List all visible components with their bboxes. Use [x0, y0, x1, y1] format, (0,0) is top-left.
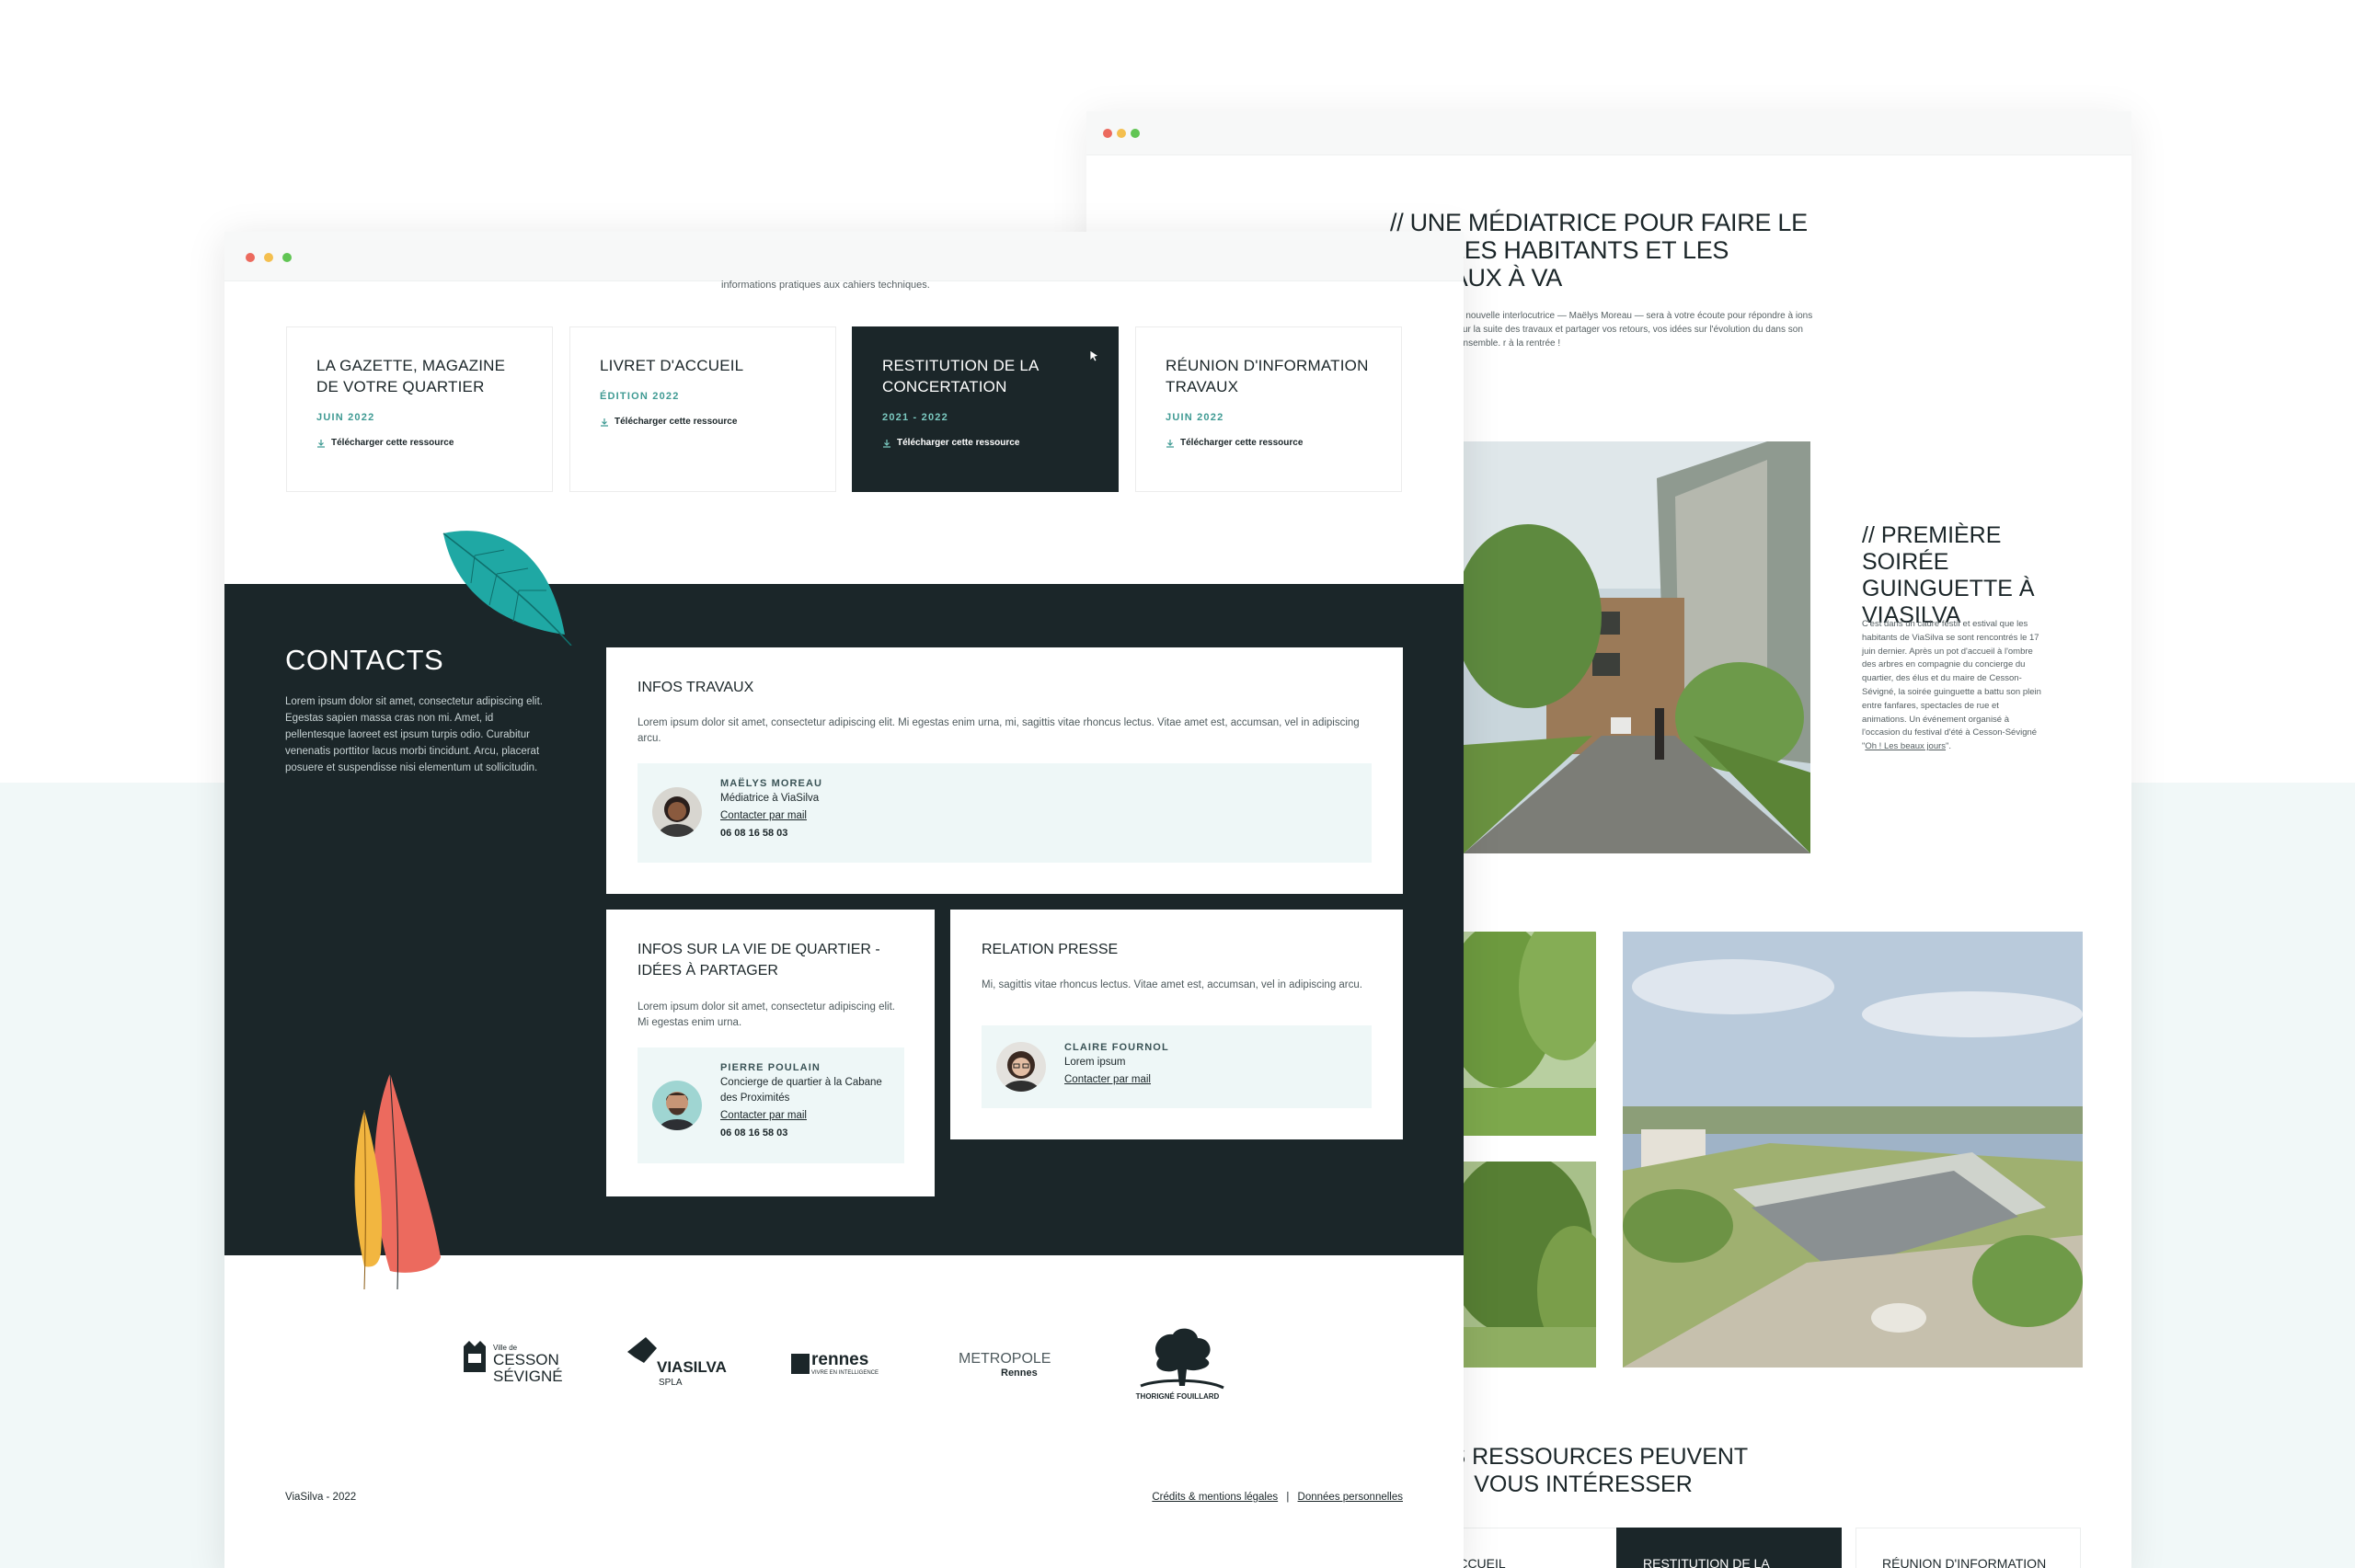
- privacy-link[interactable]: Données personnelles: [1298, 1492, 1403, 1503]
- contact-mail-link[interactable]: Contacter par mail: [720, 808, 822, 824]
- infos-travaux-panel: Infos travaux Lorem ipsum dolor sit amet…: [606, 647, 1403, 894]
- festival-link[interactable]: Oh ! Les beaux jours: [1865, 741, 1946, 751]
- panel-title: Relation presse: [982, 942, 1119, 957]
- footer-copyright: ViaSilva - 2022: [285, 1492, 357, 1503]
- contact-role: Concierge de quartier à la Cabane des Pr…: [720, 1077, 882, 1104]
- download-icon: [1166, 439, 1174, 448]
- resource-card-livret[interactable]: Livret d'accueil Édition 2022 Télécharge…: [569, 326, 836, 492]
- panel-text: Lorem ipsum dolor sit amet, consectetur …: [638, 717, 1360, 744]
- minimize-window-icon[interactable]: [1117, 129, 1126, 138]
- vie-quartier-panel: Infos sur la vie de quartier - idées à p…: [606, 910, 935, 1196]
- contact-card-pierre: Pierre Poulain Concierge de quartier à l…: [638, 1047, 904, 1163]
- resource-card-reunion[interactable]: Réunion d'information travaux Juin 2022 …: [1135, 326, 1402, 492]
- window-title-bar: [1086, 111, 2131, 155]
- close-window-icon[interactable]: [246, 253, 255, 262]
- station-rendering-photo: [1623, 932, 2083, 1368]
- logo-cesson-sevigne[interactable]: Ville de CESSON SÉVIGNÉ: [460, 1326, 570, 1400]
- maximize-window-icon[interactable]: [1131, 129, 1140, 138]
- resource-date: Juin 2022: [1166, 412, 1224, 423]
- resource-date: Juin 2022: [316, 412, 375, 423]
- contact-mail-link[interactable]: Contacter par mail: [1064, 1072, 1169, 1088]
- logo-text: CESSON: [493, 1351, 559, 1368]
- logo-text: SÉVIGNÉ: [493, 1368, 563, 1385]
- avatar: [996, 1042, 1046, 1092]
- download-icon: [317, 439, 325, 448]
- avatar: [652, 1081, 702, 1130]
- teal-leaf-icon: [442, 531, 572, 646]
- mouse-cursor-icon: [1089, 349, 1099, 362]
- download-link[interactable]: Télécharger cette ressource: [882, 438, 1088, 448]
- panel-text: Lorem ipsum dolor sit amet, consectetur …: [638, 1001, 895, 1028]
- building-photo: [1464, 441, 1810, 853]
- download-link[interactable]: Télécharger cette ressource: [316, 438, 523, 448]
- back-resource-card-reunion[interactable]: Réunion d'information: [1855, 1528, 2081, 1568]
- avatar: [652, 787, 702, 837]
- contact-role: Médiatrice à ViaSilva: [720, 793, 820, 804]
- logo-text: VIASILVA: [657, 1358, 727, 1376]
- footer-separator: |: [1286, 1492, 1290, 1503]
- logo-text: rennes: [811, 1350, 868, 1369]
- resource-card-gazette[interactable]: La Gazette, magazine de votre quartier J…: [286, 326, 553, 492]
- contact-card-maelys: Maëlys Moreau Médiatrice à ViaSilva Cont…: [638, 763, 1372, 863]
- contact-name: Claire Fournol: [1064, 1042, 1169, 1053]
- resource-card-restitution[interactable]: Restitution de la concertation 2021 - 20…: [852, 326, 1119, 492]
- forest-photo-1: [1464, 932, 1596, 1136]
- front-browser-window: informations pratiques aux cahiers techn…: [224, 232, 1464, 1568]
- panel-text: Mi, sagittis vitae rhoncus lectus. Vitae…: [982, 979, 1362, 990]
- maximize-window-icon[interactable]: [282, 253, 292, 262]
- relation-presse-panel: Relation presse Mi, sagittis vitae rhonc…: [950, 910, 1403, 1139]
- minimize-window-icon[interactable]: [264, 253, 273, 262]
- contacts-title: Contacts: [285, 644, 444, 676]
- credits-link[interactable]: Crédits & mentions légales: [1152, 1492, 1278, 1503]
- resource-date: Édition 2022: [600, 391, 680, 402]
- download-link[interactable]: Télécharger cette ressource: [1166, 438, 1372, 448]
- footer-links: Crédits & mentions légales | Données per…: [1152, 1492, 1403, 1503]
- download-link[interactable]: Télécharger cette ressource: [600, 417, 806, 427]
- logo-rennes-metropole[interactable]: METROPOLE Rennes: [957, 1326, 1067, 1400]
- mediatrice-intro: e nouvelle interlocutrice — Maëlys Morea…: [1458, 311, 1813, 349]
- panel-title: Infos sur la vie de quartier - idées à p…: [638, 942, 880, 979]
- logo-text: SPLA: [659, 1378, 683, 1388]
- resource-title: Livret d'accueil: [600, 357, 744, 374]
- contact-role: Lorem ipsum: [1064, 1057, 1126, 1068]
- resource-title: La Gazette, magazine de votre quartier: [316, 357, 506, 395]
- logo-viasilva[interactable]: VIASILVA SPLA: [626, 1326, 736, 1400]
- forest-photo-2: [1464, 1162, 1596, 1368]
- guinguette-heading: // Première soirée guinguette à ViaSilva: [1862, 522, 2035, 628]
- guinguette-body: C'est dans un cadre festif et estival qu…: [1862, 619, 2041, 752]
- contact-card-claire: Claire Fournol Lorem ipsum Contacter par…: [982, 1025, 1372, 1108]
- resources-intro-text: informations pratiques aux cahiers techn…: [721, 280, 930, 291]
- contacts-description: Lorem ipsum dolor sit amet, consectetur …: [285, 696, 543, 773]
- panel-title: Infos travaux: [638, 680, 754, 695]
- back-resource-card-restitution[interactable]: Restitution de la: [1616, 1528, 1842, 1568]
- contact-mail-link[interactable]: Contacter par mail: [720, 1108, 895, 1124]
- contact-phone[interactable]: 06 08 16 58 03: [720, 826, 822, 841]
- resource-title: Réunion d'information travaux: [1166, 357, 1369, 395]
- window-title-bar: [224, 232, 1464, 281]
- logo-text: Rennes: [1001, 1368, 1038, 1379]
- decorative-leaves-icon: [354, 1072, 441, 1289]
- logo-text: THORIGNÉ FOUILLARD: [1136, 1392, 1220, 1401]
- resource-date: 2021 - 2022: [882, 412, 948, 423]
- download-icon: [883, 439, 890, 448]
- contact-name: Pierre Poulain: [720, 1062, 821, 1073]
- logo-text: METROPOLE: [959, 1351, 1051, 1367]
- contact-phone[interactable]: 06 08 16 58 03: [720, 1126, 895, 1141]
- logo-thorigne-fouillard[interactable]: THORIGNÉ FOUILLARD: [1122, 1326, 1233, 1401]
- logo-text: VIVRE EN INTELLIGENCE: [811, 1370, 879, 1376]
- close-window-icon[interactable]: [1103, 129, 1112, 138]
- logo-rennes[interactable]: rennes VIVRE EN INTELLIGENCE: [789, 1326, 900, 1400]
- download-icon: [601, 418, 608, 427]
- resource-title: Restitution de la concertation: [882, 357, 1039, 395]
- contact-name: Maëlys Moreau: [720, 778, 823, 789]
